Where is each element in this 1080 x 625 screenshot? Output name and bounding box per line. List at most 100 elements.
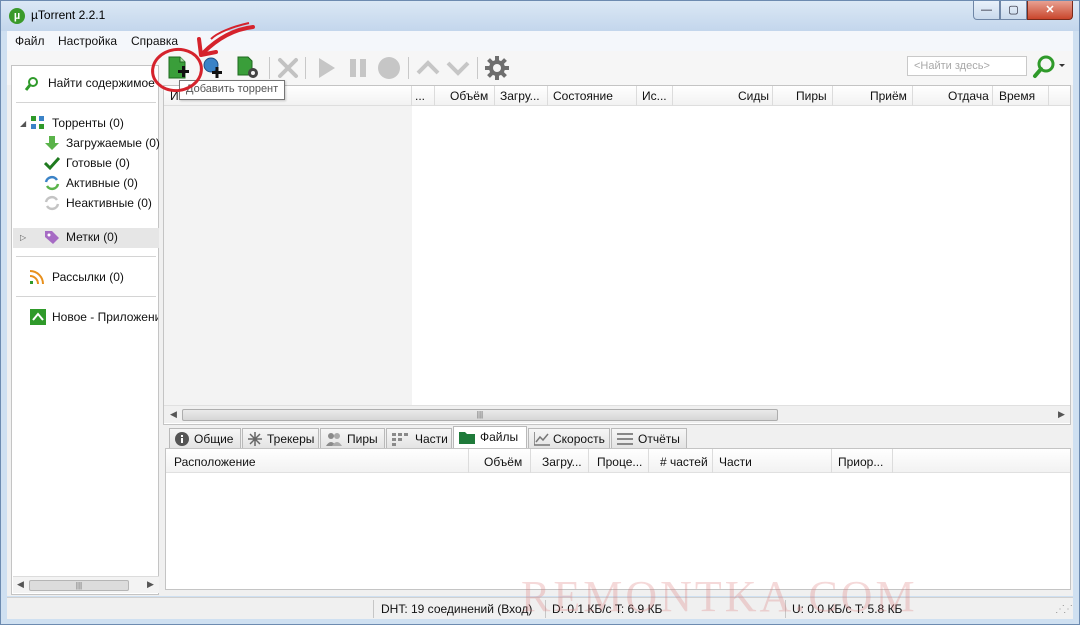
files-list[interactable]: Расположение Объём Загру... Проце... # ч… — [165, 448, 1071, 590]
sidebar-label-completed: Готовые (0) — [66, 156, 130, 170]
tree-collapse-icon[interactable]: ◢ — [20, 119, 26, 128]
move-down-button[interactable] — [445, 55, 471, 81]
peers-icon — [326, 433, 342, 446]
col-file-size[interactable]: Объём — [484, 455, 522, 469]
col-number[interactable]: ... — [415, 89, 425, 103]
category-sidebar: Найти содержимое ◢ Торренты (0) Загружае… — [11, 65, 160, 595]
torrent-list-scroll-thumb[interactable]: ||| — [182, 409, 778, 421]
gear-icon — [485, 56, 509, 80]
utorrent-logo-icon: µ — [9, 8, 25, 24]
client-area: <Найти здесь> Найти содержимое ◢ Торрент… — [7, 51, 1073, 596]
move-up-button[interactable] — [415, 55, 441, 81]
folder-icon — [459, 432, 475, 444]
arrow-down-icon — [446, 61, 470, 76]
search-icon — [24, 77, 38, 91]
search-input[interactable]: <Найти здесь> — [907, 56, 1027, 76]
sidebar-scroll-thumb[interactable]: ||| — [29, 580, 129, 591]
tab-peers[interactable]: Пиры — [320, 428, 385, 448]
col-file-downloaded[interactable]: Загру... — [542, 455, 582, 469]
search-icon — [1033, 55, 1065, 78]
sidebar-label-downloading: Загружаемые (0) — [66, 136, 160, 150]
col-downloaded[interactable]: Загру... — [500, 89, 540, 103]
sidebar-label-apps: Новое - Приложения — [52, 310, 158, 324]
close-button[interactable]: ✕ — [1027, 1, 1073, 20]
stop-icon — [378, 57, 400, 79]
files-list-header: Расположение Объём Загру... Проце... # ч… — [166, 449, 1070, 473]
col-file-percent[interactable]: Проце... — [597, 455, 642, 469]
tab-label-files: Файлы — [480, 430, 519, 444]
col-up-speed[interactable]: Отдача — [948, 89, 989, 103]
arrow-up-icon — [416, 60, 440, 75]
col-file-pieces[interactable]: Части — [719, 455, 752, 469]
tab-trackers[interactable]: Трекеры — [242, 428, 319, 448]
status-dht: DHT: 19 соединений (Вход) — [381, 602, 533, 616]
trackers-icon — [248, 432, 262, 446]
pieces-icon — [392, 433, 408, 446]
tree-expand-icon[interactable]: ▷ — [20, 233, 26, 242]
tab-label-trackers: Трекеры — [267, 432, 315, 446]
col-down-speed[interactable]: Приём — [870, 89, 907, 103]
rss-icon — [30, 270, 44, 285]
detail-tabs: Общие Трекеры Пиры Части Файлы Скорость — [163, 426, 1071, 449]
resize-grip-icon[interactable]: ⋰⋰ — [1055, 604, 1073, 615]
scroll-right-icon[interactable]: ▶ — [1058, 409, 1065, 420]
sidebar-label-labels: Метки (0) — [66, 230, 118, 244]
tab-log[interactable]: Отчёты — [611, 428, 687, 448]
apps-icon — [30, 309, 46, 325]
annotation-arrow-icon — [197, 22, 255, 57]
log-lines-icon — [617, 433, 633, 445]
col-seeds[interactable]: Сиды — [738, 89, 769, 103]
minimize-button[interactable]: — — [973, 1, 1000, 20]
menu-help[interactable]: Справка — [131, 34, 178, 48]
torrent-list[interactable]: Имя ... Объём Загру... Состояние Ис... С… — [163, 85, 1071, 425]
col-path[interactable]: Расположение — [174, 455, 256, 469]
col-size[interactable]: Объём — [450, 89, 488, 103]
info-icon — [175, 432, 189, 446]
menu-settings[interactable]: Настройка — [58, 34, 117, 48]
col-peers[interactable]: Пиры — [796, 89, 827, 103]
col-status[interactable]: Состояние — [553, 89, 613, 103]
stop-button[interactable] — [376, 55, 402, 81]
col-file-piece-count[interactable]: # частей — [660, 455, 708, 469]
window-title: µTorrent 2.2.1 — [31, 8, 106, 22]
download-arrow-icon — [45, 136, 59, 150]
checkmark-icon — [44, 156, 60, 171]
sidebar-item-apps[interactable]: Новое - Приложения — [30, 308, 158, 326]
sidebar-horizontal-scrollbar[interactable]: ◀ ||| ▶ — [13, 576, 159, 593]
col-file-priority[interactable]: Приор... — [838, 455, 883, 469]
maximize-button[interactable]: ▢ — [1000, 1, 1027, 20]
search-button[interactable] — [1031, 54, 1065, 80]
menu-file[interactable]: Файл — [15, 34, 45, 48]
settings-button[interactable] — [484, 55, 510, 81]
torrents-icon — [31, 116, 44, 129]
remove-x-icon — [278, 58, 298, 78]
sidebar-label-active: Активные (0) — [66, 176, 138, 190]
torrent-list-scrollbar[interactable]: ◀ ||| ▶ — [164, 405, 1070, 423]
col-eta[interactable]: Время — [999, 89, 1035, 103]
pause-button[interactable] — [345, 55, 371, 81]
torrent-list-header: Имя ... Объём Загру... Состояние Ис... С… — [164, 86, 1070, 106]
tab-label-general: Общие — [194, 432, 234, 446]
tab-label-speed: Скорость — [553, 432, 605, 446]
scroll-right-icon[interactable]: ▶ — [147, 579, 154, 590]
remove-button[interactable] — [275, 55, 301, 81]
tab-general[interactable]: Общие — [169, 428, 241, 448]
inactive-arrows-icon — [44, 195, 60, 211]
tab-pieces[interactable]: Части — [386, 428, 452, 448]
play-icon — [319, 58, 335, 78]
scroll-left-icon[interactable]: ◀ — [170, 409, 177, 420]
speed-graph-icon — [534, 432, 550, 446]
title-bar[interactable]: µ µTorrent 2.2.1 — ▢ ✕ — [1, 1, 1079, 31]
col-availability[interactable]: Ис... — [642, 89, 667, 103]
tag-icon — [45, 231, 59, 244]
find-content-item[interactable]: Найти содержимое — [24, 74, 158, 94]
start-button[interactable] — [313, 55, 339, 81]
scroll-left-icon[interactable]: ◀ — [17, 579, 24, 590]
tab-label-peers: Пиры — [347, 432, 378, 446]
find-content-label: Найти содержимое — [48, 76, 155, 90]
active-arrows-icon — [44, 175, 60, 191]
tab-files[interactable]: Файлы — [453, 426, 527, 449]
tab-speed[interactable]: Скорость — [528, 428, 610, 448]
tab-label-log: Отчёты — [638, 432, 680, 446]
sidebar-label-torrents: Торренты (0) — [52, 116, 124, 130]
